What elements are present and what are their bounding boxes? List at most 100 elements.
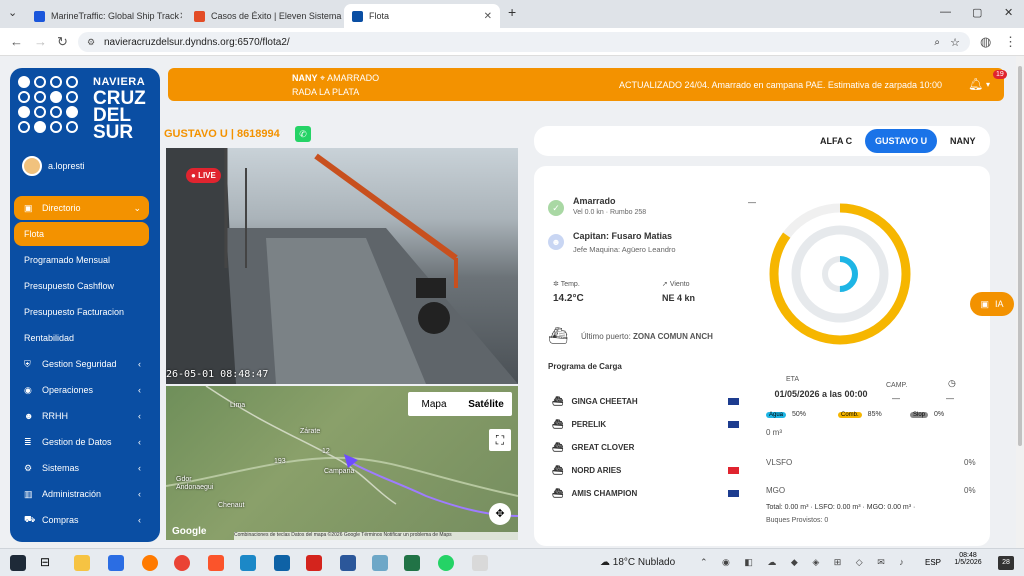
sidebar-item-gestion-de-datos[interactable]: ≣ Gestion de Datos ‹ — [14, 430, 149, 454]
chevron-icon: ⌄ — [133, 202, 141, 213]
page-scrollbar[interactable] — [1016, 56, 1024, 548]
ship-deck-image — [166, 148, 518, 384]
ia-assistant-button[interactable]: ▣ IA — [970, 292, 1014, 316]
sidebar-item-presupuesto-facturacion[interactable]: Presupuesto Facturacion — [14, 300, 149, 324]
back-icon[interactable]: ← — [10, 34, 23, 49]
google-logo: Google — [172, 526, 207, 537]
cargo-ship-row[interactable]: ⛴︎ GINGA CHEETAH — [552, 396, 742, 407]
sidebar-item-gestion-seguridad[interactable]: ⛨ Gestion Seguridad ‹ — [14, 352, 149, 376]
cargo-volume: 0 m³ — [766, 428, 782, 437]
app-icon[interactable] — [372, 555, 388, 571]
briefcase-icon: ▣ — [24, 202, 33, 213]
profile-icon[interactable]: ◍ — [980, 34, 991, 50]
cargo-ship-row[interactable]: ⛴︎ AMIS CHAMPION — [552, 488, 742, 499]
task-view-icon[interactable]: ⊟ — [40, 555, 56, 571]
tab-alfa-c[interactable]: ALFA C — [810, 129, 862, 153]
live-camera-feed[interactable]: ● LIVE 26-05-01 08:48:47 — [166, 148, 518, 384]
sidebar-item-presupuesto-cashflow[interactable]: Presupuesto Cashflow — [14, 274, 149, 298]
close-icon[interactable]: ✕ — [484, 11, 492, 22]
vessel-title: GUSTAVO U | 8618994 — [164, 128, 280, 140]
new-tab-icon[interactable]: + — [508, 4, 516, 20]
acrobat-icon[interactable] — [306, 555, 322, 571]
mgo-pct: 0% — [964, 486, 976, 495]
vessel-selector: ALFA C GUSTAVO U NANY — [534, 126, 990, 156]
excel-icon[interactable] — [404, 555, 420, 571]
cargo-ship-row[interactable]: ⛴︎ NORD ARIES — [552, 465, 742, 476]
eta-label: ETA — [786, 376, 800, 383]
map-view-button[interactable]: Mapa — [408, 392, 460, 416]
slop-ring-track — [791, 225, 889, 323]
tab-gustavo-u[interactable]: GUSTAVO U — [865, 129, 938, 153]
clock[interactable]: 08:48 1/5/2026 — [952, 552, 984, 566]
brave-icon[interactable] — [208, 555, 224, 571]
menu-icon[interactable]: ⋮ — [1004, 34, 1017, 50]
chevron-down-icon[interactable]: ▾ — [986, 80, 990, 89]
tray-icons[interactable]: ⌃ ◉ ◧ ☁ ◆ ◈ ⊞ ◇ ✉ ♪ — [700, 557, 910, 568]
app-icon[interactable] — [472, 555, 488, 571]
url-input[interactable]: ⚙ navieracruzdelsur.dyndns.org:6570/flot… — [78, 32, 970, 52]
sidebar-item-administración[interactable]: ▥ Administración ‹ — [14, 482, 149, 506]
sidebar-item-sistemas[interactable]: ⚙ Sistemas ‹ — [14, 456, 149, 480]
chrome-icon[interactable] — [174, 555, 190, 571]
bookmark-star-icon[interactable]: ☆ — [950, 36, 960, 49]
sidebar-item-label: Gestion de Datos — [42, 437, 112, 447]
ship-icon: ⛴︎ — [552, 442, 564, 452]
user-profile[interactable]: a.lopresti — [22, 156, 85, 176]
camera-control-icon[interactable]: ✥ — [489, 503, 511, 525]
satellite-view-button[interactable]: Satélite — [460, 392, 512, 416]
forward-icon[interactable]: → — [34, 34, 47, 49]
file-explorer-icon[interactable] — [74, 555, 90, 571]
whatsapp-icon[interactable]: ✆ — [295, 126, 311, 142]
reload-icon[interactable]: ↻ — [57, 34, 68, 50]
minimize-icon[interactable]: — — [940, 6, 951, 18]
flag-icon — [728, 421, 739, 428]
site-icon — [194, 10, 205, 22]
windows-taskbar: ⊟ ☁ 18°C Nublado ⌃ ◉ ◧ ☁ ◆ ◈ ⊞ ◇ ✉ ♪ ESP… — [0, 548, 1024, 576]
wind-arrow-icon: ➚ — [662, 281, 668, 288]
notification-count[interactable]: 28 — [998, 556, 1014, 570]
cargo-ship-row[interactable]: ⛴︎ GREAT CLOVER — [552, 442, 742, 453]
language-indicator[interactable]: ESP — [925, 558, 941, 567]
tab-nany[interactable]: NANY — [940, 129, 986, 153]
close-window-icon[interactable]: ✕ — [1004, 6, 1013, 19]
tab-label: Casos de Éxito | Eleven Sistema — [211, 11, 342, 21]
app-icon[interactable] — [274, 555, 290, 571]
firefox-icon[interactable] — [142, 555, 158, 571]
close-icon[interactable]: ✕ — [179, 11, 182, 22]
windows-start-icon[interactable] — [10, 555, 26, 571]
logo-dots — [18, 76, 79, 133]
sidebar-item-programado-mensual[interactable]: Programado Mensual — [14, 248, 149, 272]
bell-icon[interactable]: 🔔︎ — [968, 77, 983, 91]
cargo-ship-row[interactable]: ⛴︎ PERELIK — [552, 419, 742, 430]
sidebar-item-rrhh[interactable]: ☻ RRHH ‹ — [14, 404, 149, 428]
browser-tab[interactable]: Casos de Éxito | Eleven Sistema ✕ — [186, 4, 342, 28]
whatsapp-taskbar-icon[interactable] — [438, 555, 454, 571]
site-info-icon[interactable]: ⚙ — [87, 37, 95, 48]
weather-widget[interactable]: ☁ 18°C Nublado — [600, 557, 675, 568]
tab-search-icon[interactable]: ⌄ — [8, 6, 17, 19]
status-dash: — — [748, 198, 756, 207]
sidebar-item-operaciones[interactable]: ◉ Operaciones ‹ — [14, 378, 149, 402]
sidebar-item-flota[interactable]: Flota — [14, 222, 149, 246]
sidebar-item-directorio[interactable]: ▣ Directorio ⌄ — [14, 196, 149, 220]
map-label: Lima — [230, 402, 246, 409]
fullscreen-icon[interactable]: ⛶ — [489, 429, 511, 451]
browser-tab-active[interactable]: Flota ✕ — [344, 4, 500, 28]
vlsfo-label: VLSFO — [766, 458, 793, 467]
vessel-detail-card: ✓ Amarrado Vel 0.0 kn · Rumbo 258 — ☻ Ca… — [534, 166, 990, 546]
browser-tab[interactable]: MarineTraffic: Global Ship Track ✕ — [26, 4, 182, 28]
sidebar-item-rentabilidad[interactable]: Rentabilidad — [14, 326, 149, 350]
satellite-map[interactable]: Mapa Satélite ⛶ ✥ Lima Zárate Campana Gd… — [166, 386, 518, 540]
tank-pill: Slop — [910, 411, 929, 418]
store-icon[interactable] — [108, 555, 124, 571]
sidebar-item-compras[interactable]: ⛟ Compras ‹ — [14, 508, 149, 532]
word-icon[interactable] — [340, 555, 356, 571]
page-content: NAVIERA CRUZ DEL SUR a.lopresti ▣ Directo… — [0, 56, 1016, 548]
banner-vessel: NANY ⌖ AMARRADO — [292, 73, 380, 83]
zoom-icon[interactable]: ⌕ — [934, 37, 940, 48]
close-icon[interactable]: ✕ — [341, 11, 342, 22]
maximize-icon[interactable]: ▢ — [972, 6, 982, 19]
app-icon[interactable] — [240, 555, 256, 571]
engineer-name: Jefe Maquina: Agüero Leandro — [573, 245, 676, 254]
notification-badge: 19 — [993, 70, 1007, 79]
